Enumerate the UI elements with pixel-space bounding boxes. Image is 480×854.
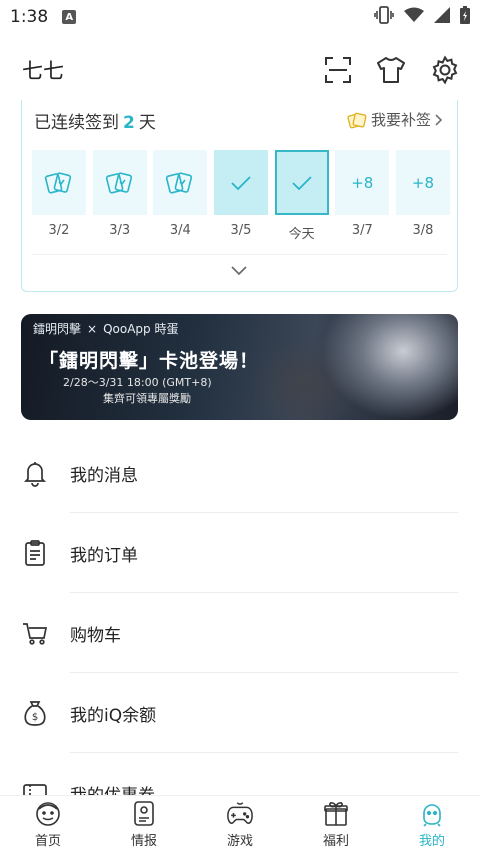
wifi-icon: [404, 7, 424, 28]
menu-label: 我的iQ余额: [70, 705, 157, 726]
card-pair-icon: [166, 171, 193, 194]
menu-label: 我的订单: [70, 545, 138, 566]
checkmark-icon: [291, 175, 312, 190]
card-divider: [32, 254, 447, 255]
day-label: 3/7: [351, 223, 373, 238]
status-bar: 1:38 A: [0, 0, 480, 34]
checkin-streak: 已连续签到 2 天: [34, 108, 156, 133]
checkin-day[interactable]: 3/3: [92, 150, 147, 242]
menu-label: 购物车: [70, 625, 121, 646]
day-card: [32, 150, 86, 215]
checkmark-icon: [231, 175, 251, 190]
menu-label: 我的消息: [70, 465, 138, 486]
card-pair-icon: [44, 171, 72, 194]
tab-label: 情报: [130, 834, 157, 849]
signal-icon: [434, 6, 450, 28]
status-time: 1:38: [10, 7, 49, 27]
cart-icon: [21, 619, 49, 647]
tab-label: 我的: [418, 834, 445, 849]
day-label: 3/2: [48, 223, 70, 238]
menu-item-orders[interactable]: 我的订单: [0, 513, 480, 593]
day-checked-box: [213, 150, 268, 215]
banner-dates: 2/28～3/31 18:00 (GMT+8): [63, 376, 212, 389]
tab-mine[interactable]: 我的: [384, 796, 480, 854]
clipboard-icon: [21, 539, 49, 567]
day-reward: +8: [395, 150, 450, 215]
day-reward: +8: [335, 150, 390, 215]
profile-mascot-icon: [418, 799, 446, 827]
checkin-title-suffix: 天: [138, 113, 156, 133]
chevron-down-icon[interactable]: [230, 265, 248, 277]
makeup-checkin-link[interactable]: 我要补签: [347, 109, 443, 130]
profile-menu: 我的消息 我的订单 购物车 $ 我的iQ余额 我的优惠券: [0, 433, 480, 833]
tab-label: 首页: [34, 834, 61, 849]
settings-gear-icon[interactable]: [430, 55, 460, 85]
banner-logo-left: 鐳明閃擊: [33, 322, 82, 336]
makeup-label: 我要补签: [370, 111, 431, 129]
checkin-day[interactable]: 3/5: [213, 150, 268, 242]
bell-icon: [21, 459, 49, 487]
tab-games[interactable]: 游戏: [192, 796, 288, 854]
gamepad-icon: [226, 799, 254, 827]
checkin-days-row: 3/2 3/3 3/4 3/5 今天 +8 3/7 +8 3/8: [32, 150, 450, 242]
tab-home[interactable]: 首页: [0, 796, 96, 854]
day-label: 3/4: [169, 223, 191, 238]
tab-news[interactable]: 情报: [96, 796, 192, 854]
checkin-day[interactable]: +8 3/7: [335, 150, 390, 242]
scan-icon[interactable]: [324, 56, 352, 84]
username: 七七: [22, 59, 64, 83]
menu-item-balance[interactable]: $ 我的iQ余额: [0, 673, 480, 753]
news-icon: [130, 799, 158, 827]
tab-label: 福利: [322, 834, 349, 849]
app-notification-icon: A: [62, 10, 77, 24]
checkin-days-count: 2: [123, 113, 135, 133]
svg-text:$: $: [32, 712, 38, 723]
banner-logos: 鐳明閃擊 × QooApp 時蛋: [33, 320, 178, 337]
checkin-day-today[interactable]: 今天: [274, 150, 329, 242]
bottom-tab-bar: 首页 情报 游戏 福利 我的: [0, 795, 480, 854]
day-today-box: [274, 150, 329, 215]
checkin-card: 已连续签到 2 天 我要补签 3/2 3/3 3/4 3/5 今天 +8 3/7…: [21, 100, 458, 292]
banner-subtitle: 集齊可領專屬獎勵: [103, 392, 191, 405]
battery-icon: [460, 5, 470, 29]
vibrate-icon: [374, 5, 394, 29]
day-label: 今天: [288, 227, 315, 242]
banner-character-art: [321, 314, 458, 420]
banner-logo-x: ×: [87, 321, 98, 336]
day-label: 3/3: [109, 223, 131, 238]
home-mascot-icon: [34, 799, 62, 827]
menu-item-messages[interactable]: 我的消息: [0, 433, 480, 513]
checkin-day[interactable]: 3/4: [153, 150, 208, 242]
checkin-title-prefix: 已连续签到: [34, 113, 119, 133]
promo-banner[interactable]: 鐳明閃擊 × QooApp 時蛋 「鐳明閃擊」卡池登場！ 2/28～3/31 1…: [21, 314, 458, 420]
day-card: [92, 150, 147, 215]
day-label: 3/8: [412, 223, 434, 238]
gift-icon: [322, 799, 350, 827]
banner-headline: 「鐳明閃擊」卡池登場！: [39, 350, 260, 372]
tab-label: 游戏: [226, 834, 253, 849]
tshirt-icon[interactable]: [376, 56, 406, 84]
makeup-card-icon: [347, 112, 367, 128]
checkin-day[interactable]: +8 3/8: [395, 150, 450, 242]
card-pair-icon: [105, 171, 132, 194]
profile-header: 七七: [0, 34, 480, 106]
tab-welfare[interactable]: 福利: [288, 796, 384, 854]
day-label: 3/5: [230, 223, 252, 238]
day-card: [153, 150, 208, 215]
checkin-day[interactable]: 3/2: [32, 150, 86, 242]
chevron-right-icon: [435, 113, 443, 126]
money-bag-icon: $: [21, 699, 49, 727]
banner-logo-right: QooApp 時蛋: [103, 322, 179, 336]
menu-item-cart[interactable]: 购物车: [0, 593, 480, 673]
